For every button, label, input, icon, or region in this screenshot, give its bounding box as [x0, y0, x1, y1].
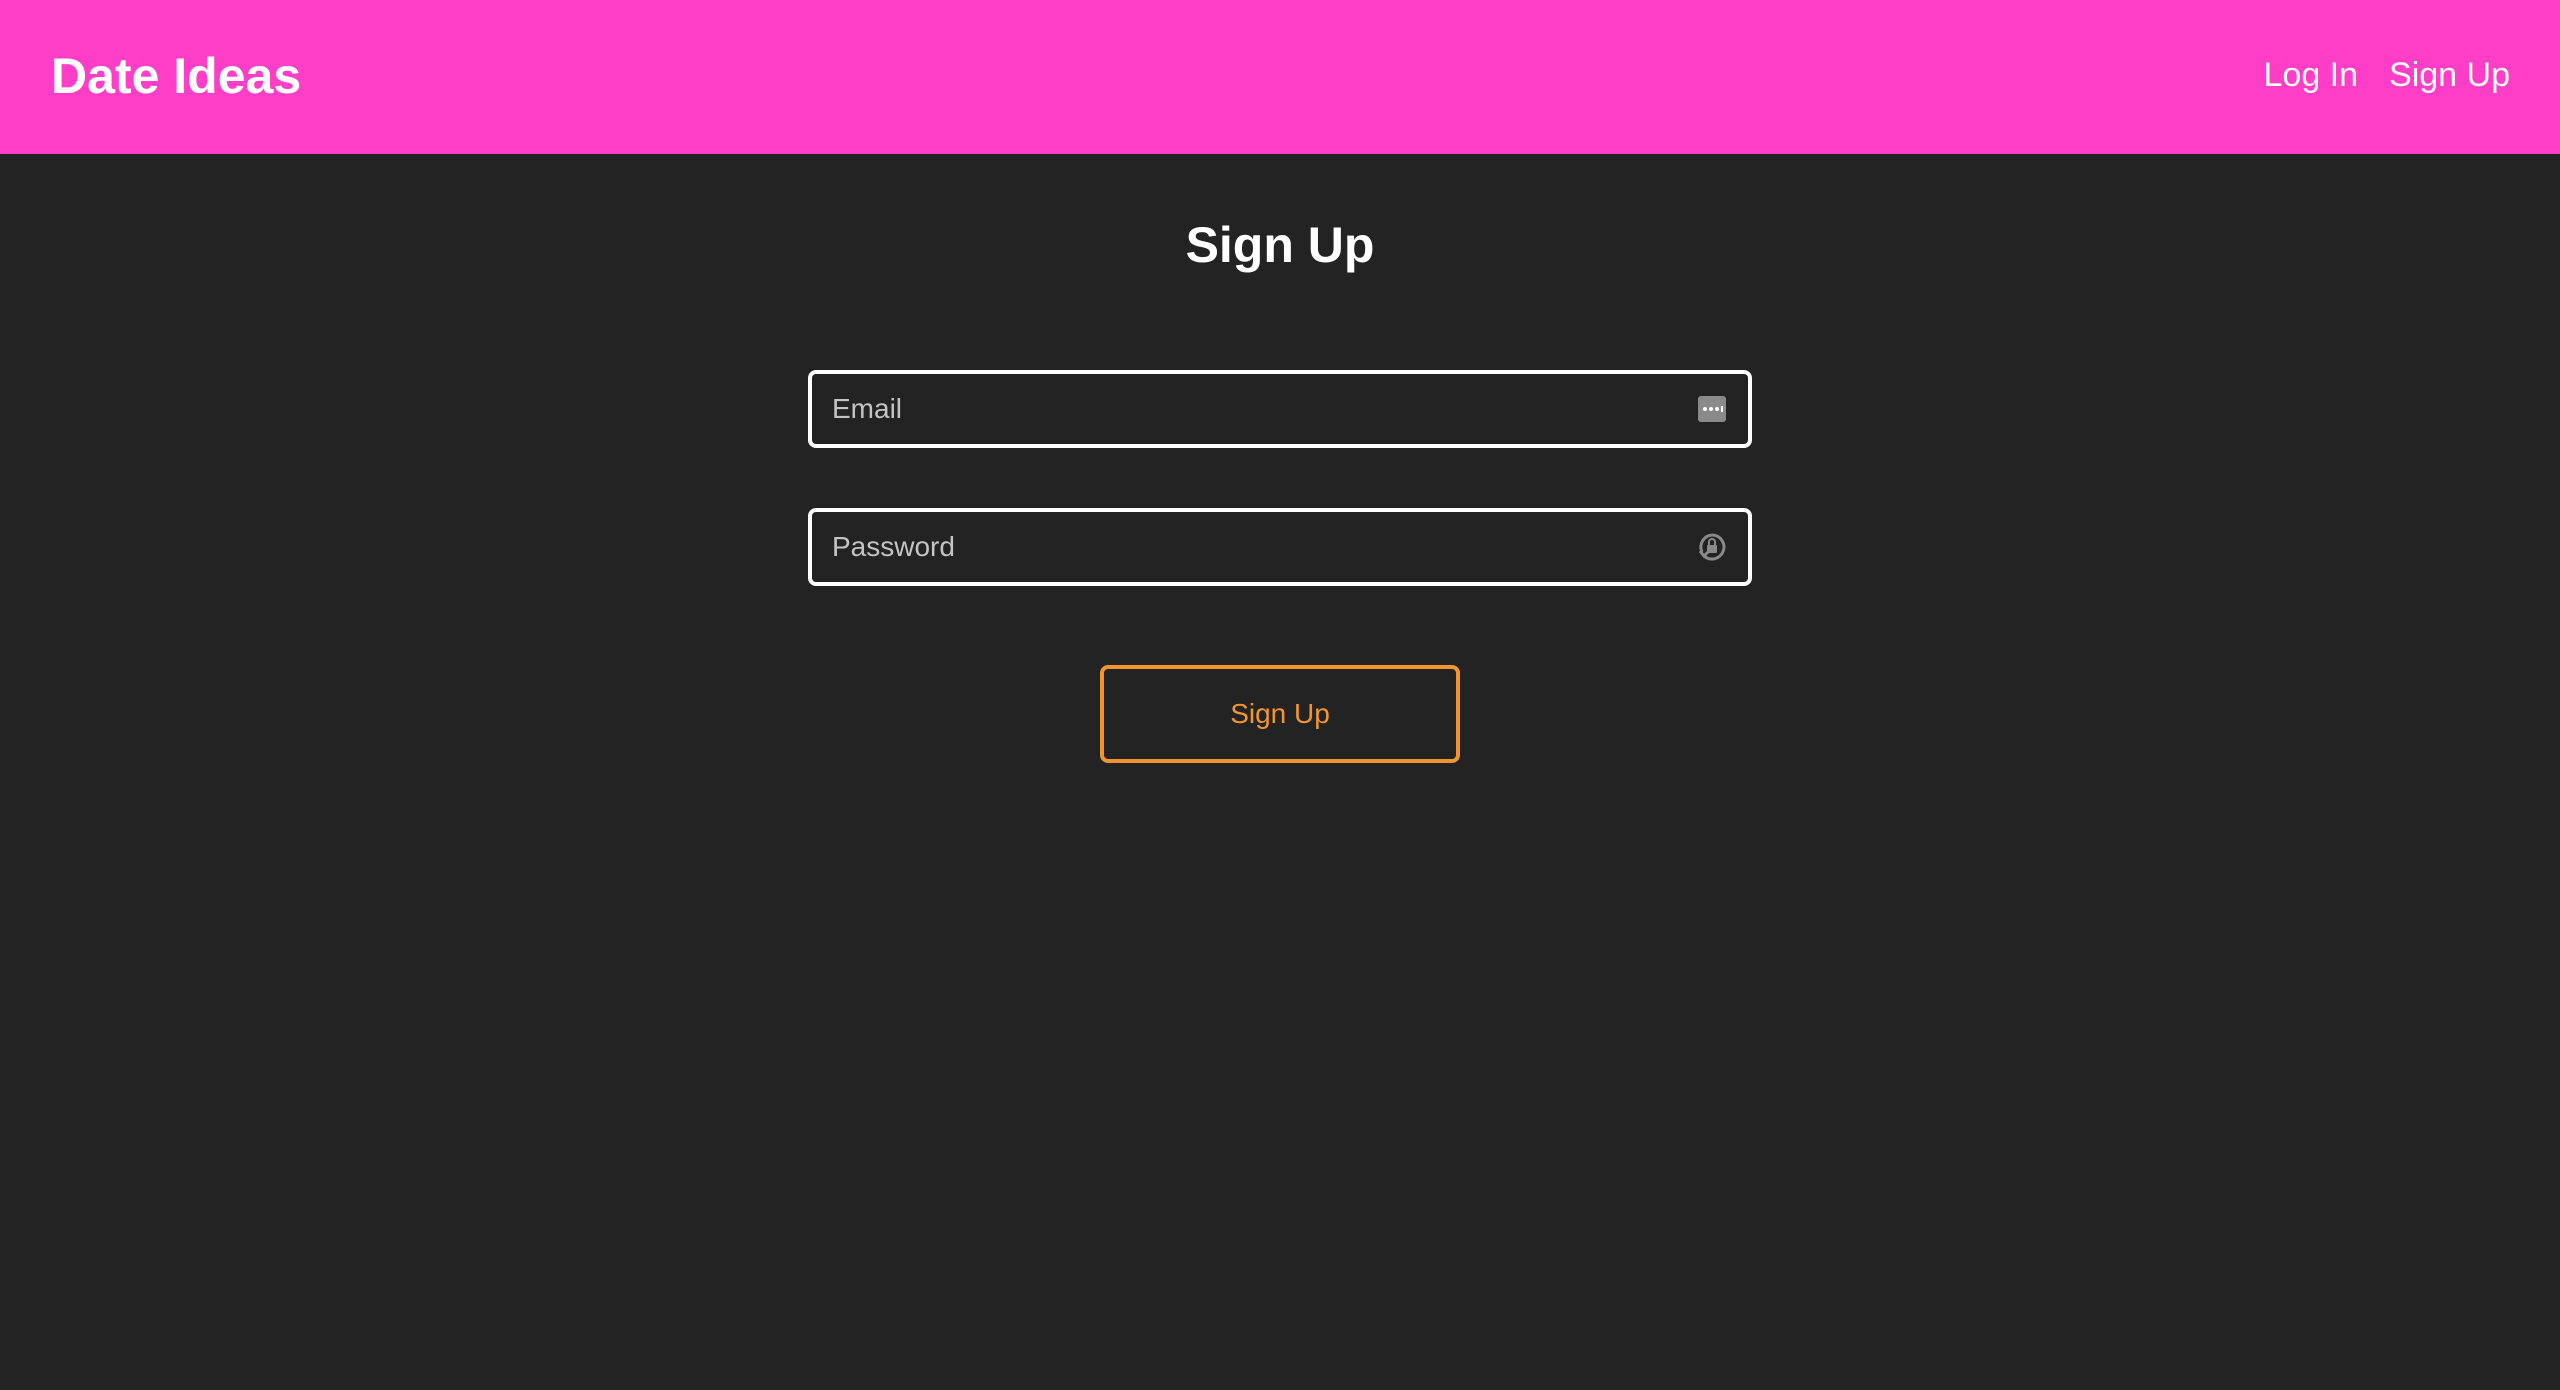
- nav-login-link[interactable]: Log In: [2264, 53, 2359, 97]
- navbar: Date Ideas Log In Sign Up: [0, 0, 2560, 154]
- brand-title[interactable]: Date Ideas: [51, 47, 301, 105]
- nav-signup-link[interactable]: Sign Up: [2389, 53, 2510, 97]
- email-field[interactable]: [832, 374, 1672, 444]
- password-field-wrapper: [808, 508, 1752, 586]
- nav-links: Log In Sign Up: [2264, 53, 2511, 97]
- page-title: Sign Up: [1185, 217, 1375, 273]
- password-field[interactable]: [832, 512, 1672, 582]
- autofill-card-icon[interactable]: [1696, 393, 1728, 425]
- signup-page: Sign Up Sign Up: [0, 154, 2560, 1390]
- password-key-icon[interactable]: [1696, 531, 1728, 563]
- email-field-wrapper: [808, 370, 1752, 448]
- signup-submit-button[interactable]: Sign Up: [1100, 665, 1460, 763]
